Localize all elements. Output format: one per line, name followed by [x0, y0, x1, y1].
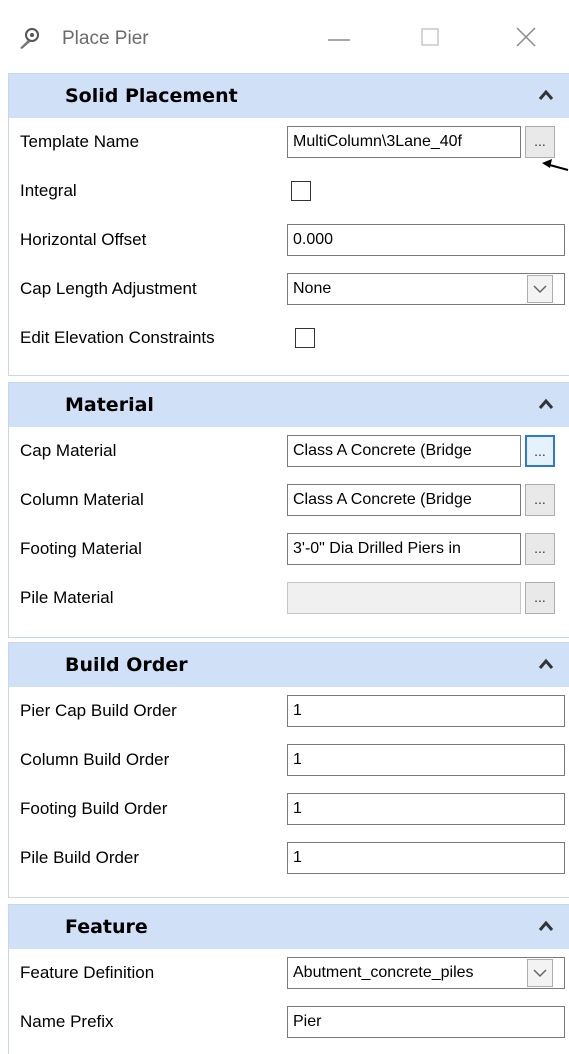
build-order-header[interactable]: Build Order: [9, 643, 569, 687]
name-prefix-row: Name Prefix Pier: [9, 998, 569, 1047]
edit-elevation-constraints-checkbox[interactable]: [295, 328, 315, 348]
cap-length-adjustment-label: Cap Length Adjustment: [20, 279, 197, 298]
footing-material-browse-button[interactable]: ...: [525, 533, 555, 565]
pile-material-field[interactable]: [287, 582, 521, 614]
feature-definition-select[interactable]: Abutment_concrete_piles: [287, 957, 565, 989]
annotation-arrow-icon: [542, 159, 569, 171]
pile-build-order-field[interactable]: 1: [287, 842, 565, 874]
horizontal-offset-label: Horizontal Offset: [20, 230, 147, 249]
template-name-row: Template Name MultiColumn\3Lane_40f ...: [9, 118, 569, 167]
cap-material-browse-button[interactable]: ...: [525, 435, 555, 467]
material-title: Material: [65, 394, 154, 416]
window-title: Place Pier: [62, 28, 149, 49]
pier-cap-build-order-row: Pier Cap Build Order 1: [9, 687, 569, 736]
title-bar: Place Pier: [0, 0, 569, 72]
template-name-field[interactable]: MultiColumn\3Lane_40f: [287, 126, 521, 158]
chevron-down-icon: [533, 285, 547, 294]
template-name-label: Template Name: [20, 132, 140, 151]
chevron-up-icon[interactable]: [538, 657, 554, 671]
cap-material-label: Cap Material: [20, 441, 117, 460]
pile-material-label: Pile Material: [20, 588, 114, 607]
section-solid-placement: Solid Placement Template Name MultiColum…: [8, 73, 569, 376]
footing-build-order-row: Footing Build Order 1: [9, 785, 569, 834]
footing-material-row: Footing Material 3'-0" Dia Drilled Piers…: [9, 525, 569, 574]
column-material-row: Column Material Class A Concrete (Bridge…: [9, 476, 569, 525]
pile-material-browse-button[interactable]: ...: [525, 582, 555, 614]
feature-definition-dropdown-button[interactable]: [527, 959, 553, 987]
pier-cap-build-order-label: Pier Cap Build Order: [20, 701, 177, 720]
column-material-label: Column Material: [20, 490, 144, 509]
name-prefix-field[interactable]: Pier: [287, 1006, 565, 1038]
chevron-up-icon[interactable]: [538, 88, 554, 102]
minimize-icon: [328, 39, 350, 41]
pile-build-order-label: Pile Build Order: [20, 848, 140, 867]
close-button[interactable]: [505, 20, 545, 56]
pile-material-row: Pile Material ...: [9, 574, 569, 623]
chevron-up-icon[interactable]: [538, 397, 554, 411]
cap-length-adjustment-row: Cap Length Adjustment None: [9, 265, 569, 314]
column-material-browse-button[interactable]: ...: [525, 484, 555, 516]
column-build-order-field[interactable]: 1: [287, 744, 565, 776]
maximize-button[interactable]: [410, 20, 450, 56]
feature-header[interactable]: Feature: [9, 905, 569, 949]
feature-title: Feature: [65, 916, 148, 938]
column-build-order-row: Column Build Order 1: [9, 736, 569, 785]
section-material: Material Cap Material Class A Concrete (…: [8, 382, 569, 638]
integral-checkbox[interactable]: [291, 181, 311, 201]
footing-material-field[interactable]: 3'-0" Dia Drilled Piers in: [287, 533, 521, 565]
build-order-title: Build Order: [65, 654, 188, 676]
close-icon: [516, 27, 536, 47]
column-build-order-label: Column Build Order: [20, 750, 170, 769]
horizontal-offset-field[interactable]: 0.000: [287, 224, 565, 256]
section-feature: Feature Feature Definition Abutment_conc…: [8, 904, 569, 1054]
footing-build-order-label: Footing Build Order: [20, 799, 168, 818]
cap-length-dropdown-button[interactable]: [527, 275, 553, 303]
feature-definition-row: Feature Definition Abutment_concrete_pil…: [9, 949, 569, 998]
app-icon: [20, 28, 39, 49]
minimize-button[interactable]: [320, 20, 360, 56]
cap-length-adjustment-select[interactable]: None: [287, 273, 565, 305]
footing-material-label: Footing Material: [20, 539, 142, 558]
name-prefix-label: Name Prefix: [20, 1012, 114, 1031]
chevron-up-icon[interactable]: [538, 919, 554, 933]
footing-build-order-field[interactable]: 1: [287, 793, 565, 825]
solid-placement-title: Solid Placement: [65, 85, 238, 107]
horizontal-offset-row: Horizontal Offset 0.000: [9, 216, 569, 265]
cap-material-field[interactable]: Class A Concrete (Bridge: [287, 435, 521, 467]
pier-cap-build-order-field[interactable]: 1: [287, 695, 565, 727]
edit-elevation-constraints-label: Edit Elevation Constraints: [20, 328, 215, 347]
solid-placement-header[interactable]: Solid Placement: [9, 74, 569, 118]
pile-build-order-row: Pile Build Order 1: [9, 834, 569, 883]
edit-elevation-constraints-row: Edit Elevation Constraints: [9, 314, 569, 363]
feature-definition-label: Feature Definition: [20, 963, 155, 982]
material-header[interactable]: Material: [9, 383, 569, 427]
chevron-down-icon: [533, 969, 547, 978]
integral-row: Integral: [9, 167, 569, 216]
cap-material-row: Cap Material Class A Concrete (Bridge ..…: [9, 427, 569, 476]
maximize-icon: [421, 28, 439, 46]
integral-label: Integral: [20, 181, 77, 200]
section-build-order: Build Order Pier Cap Build Order 1 Colum…: [8, 642, 569, 898]
column-material-field[interactable]: Class A Concrete (Bridge: [287, 484, 521, 516]
